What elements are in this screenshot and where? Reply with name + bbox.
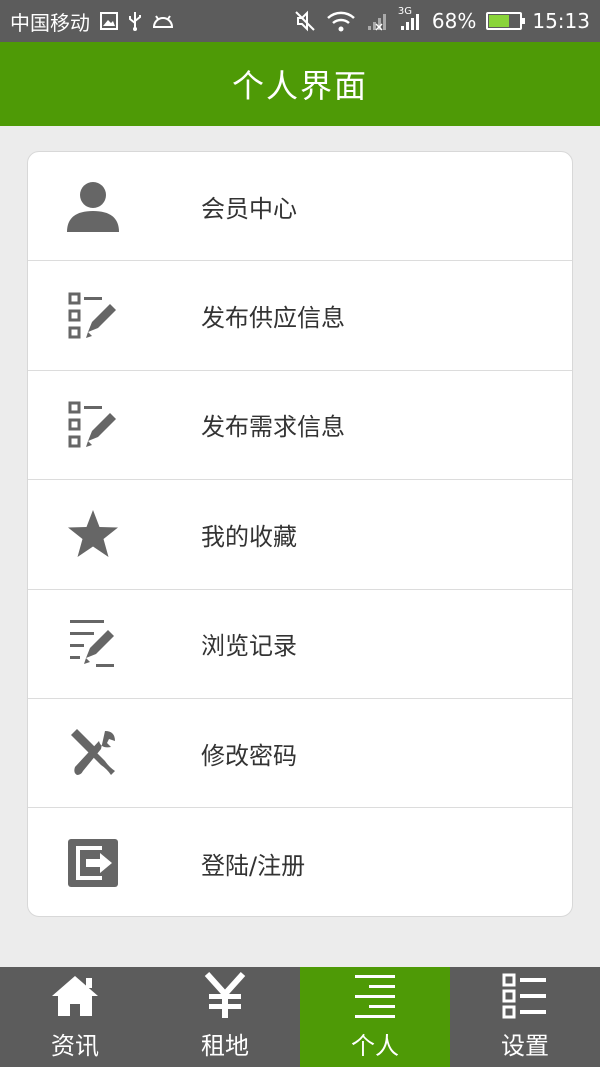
bottom-nav: 资讯 租地 个人 设置: [0, 967, 600, 1067]
menu-item-label: 修改密码: [201, 741, 297, 770]
page-header: 个人界面: [0, 42, 600, 126]
usb-icon: [128, 11, 142, 31]
network-type: 3G: [397, 6, 413, 17]
status-left: 中国移动: [10, 7, 174, 36]
mute-icon: [294, 10, 316, 32]
user-icon: [28, 179, 158, 233]
history-edit-icon: [28, 618, 158, 670]
image-notification-icon: [100, 12, 118, 30]
tab-personal[interactable]: 个人: [300, 967, 450, 1067]
tab-label: 个人: [351, 1032, 399, 1060]
menu-item-label: 登陆/注册: [201, 851, 306, 880]
tab-news[interactable]: 资讯: [0, 967, 150, 1067]
tab-label: 租地: [201, 1032, 249, 1060]
android-debug-icon: [152, 14, 174, 28]
menu-item-change-password[interactable]: 修改密码: [28, 699, 572, 809]
tab-label: 设置: [501, 1032, 549, 1060]
menu-item-login-register[interactable]: 登陆/注册: [28, 808, 572, 916]
menu-item-publish-supply[interactable]: 发布供应信息: [28, 261, 572, 371]
battery-percent: 68%: [431, 9, 477, 33]
menu-item-label: 发布供应信息: [201, 304, 345, 333]
battery-icon: [486, 12, 526, 30]
menu-item-favorites[interactable]: 我的收藏: [28, 480, 572, 590]
tools-icon: [28, 727, 158, 779]
menu-item-publish-demand[interactable]: 发布需求信息: [28, 371, 572, 481]
wifi-icon: [326, 10, 356, 32]
yen-icon: [203, 968, 247, 1024]
page-title: 个人界面: [231, 67, 368, 105]
carrier-name: 中国移动: [10, 10, 90, 35]
clock: 15:13: [532, 9, 590, 33]
home-icon: [50, 968, 100, 1024]
menu-item-label: 发布需求信息: [201, 413, 345, 442]
login-icon: [28, 837, 158, 889]
person-lines-icon: [353, 968, 397, 1024]
tab-label: 资讯: [51, 1032, 99, 1060]
star-icon: [28, 508, 158, 560]
edit-list-icon: [28, 292, 158, 340]
menu-item-browse-history[interactable]: 浏览记录: [28, 590, 572, 699]
tab-rent-land[interactable]: 租地: [150, 967, 300, 1067]
edit-list-icon: [28, 401, 158, 449]
tab-settings[interactable]: 设置: [450, 967, 600, 1067]
status-bar: 中国移动 3G 68% 15:13: [0, 0, 600, 42]
menu-item-label: 会员中心: [201, 194, 297, 223]
menu-item-label: 我的收藏: [201, 522, 297, 551]
list-settings-icon: [502, 968, 548, 1024]
status-right: 3G 68% 15:13: [294, 6, 590, 33]
menu-card: 会员中心 发布供应信息 发布需求信息 我的收藏 浏览记录 修改密码 登陆/注册: [27, 151, 573, 917]
signal-3g-icon: 3G: [398, 6, 422, 32]
menu-item-member-center[interactable]: 会员中心: [28, 152, 572, 262]
signal-x-icon: [366, 10, 388, 32]
menu-item-label: 浏览记录: [201, 632, 297, 661]
